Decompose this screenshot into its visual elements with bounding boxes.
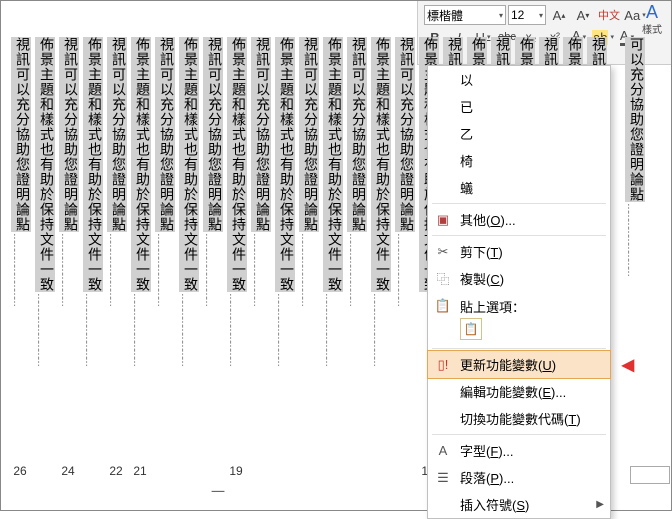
menu-insert-symbol[interactable]: 插入符號(S) ▶ xyxy=(428,491,610,518)
page-number: 21 xyxy=(131,464,149,478)
paste-options: 📋 xyxy=(428,316,610,346)
menu-paragraph[interactable]: ☰ 段落(P)... xyxy=(428,464,610,491)
menu-font[interactable]: A 字型(F)... xyxy=(428,437,610,464)
text-column[interactable]: 視訊可以充分協助您證明論點……………………… xyxy=(11,37,29,366)
text-column[interactable]: 佈景主題和樣式也有助於保持文件一致……………………… xyxy=(323,37,341,366)
menu-separator xyxy=(432,203,606,204)
text-column[interactable]: 佈景主題和樣式也有助於保持文件一致……………………… xyxy=(131,37,149,366)
ime-candidate[interactable]: 以 xyxy=(428,66,610,93)
context-menu: 以 已 乙 椅 蟻 ▣ 其他(O)... ✂ 剪下(T) ⿻ 複製(C) 📋 貼… xyxy=(427,65,611,519)
menu-edit-field[interactable]: 編輯功能變數(E)... xyxy=(428,378,610,405)
page-number xyxy=(275,464,293,478)
text-column[interactable]: 視訊可以充分協助您證明論點……………………… xyxy=(299,37,317,366)
ime-candidate[interactable]: 蟻 xyxy=(428,174,610,201)
menu-separator xyxy=(432,235,606,236)
page-number xyxy=(179,464,197,478)
text-column[interactable]: 視訊可以充分協助您證明論點……………………… xyxy=(347,37,365,366)
page-number xyxy=(251,464,269,478)
text-column[interactable]: 佈景主題和樣式也有助於保持文件一致……………………… xyxy=(227,37,245,366)
font-icon: A xyxy=(434,443,452,458)
page-number xyxy=(347,464,365,478)
text-box-placeholder[interactable] xyxy=(630,466,670,484)
book-icon: ▣ xyxy=(434,212,452,228)
page-number: 19 xyxy=(227,464,245,478)
clipboard-icon: 📋 xyxy=(434,298,452,314)
menu-toggle-field-codes[interactable]: 切換功能變數代碼(T) xyxy=(428,405,610,432)
update-field-icon: ▯! xyxy=(434,357,452,373)
text-column[interactable]: 視訊可以充分協助您證明論點……………………… xyxy=(395,37,413,366)
paste-keep-source-button[interactable]: 📋 xyxy=(460,318,482,340)
page-number xyxy=(155,464,173,478)
text-column[interactable]: 佈景主題和樣式也有助於保持文件一致……………………… xyxy=(179,37,197,366)
text-column[interactable]: 可以充分協助您證明論點……………………… xyxy=(625,37,643,366)
text-column[interactable]: 視訊可以充分協助您證明論點……………………… xyxy=(107,37,125,366)
submenu-arrow-icon: ▶ xyxy=(596,499,604,510)
menu-separator xyxy=(432,434,606,435)
page-number xyxy=(299,464,317,478)
copy-icon: ⿻ xyxy=(434,269,452,288)
ime-candidate[interactable]: 椅 xyxy=(428,147,610,174)
page-number xyxy=(203,464,221,478)
text-column[interactable]: 佈景主題和樣式也有助於保持文件一致……………………… xyxy=(275,37,293,366)
page-number: 26 xyxy=(11,464,29,478)
page-number xyxy=(395,464,413,478)
paragraph-icon: ☰ xyxy=(434,470,452,486)
text-column[interactable]: 佈景主題和樣式也有助於保持文件一致……………………… xyxy=(371,37,389,366)
ime-candidate[interactable]: 已 xyxy=(428,93,610,120)
page-number xyxy=(371,464,389,478)
text-column[interactable]: 視訊可以充分協助您證明論點……………………… xyxy=(59,37,77,366)
text-column[interactable]: 視訊可以充分協助您證明論點……………………… xyxy=(155,37,173,366)
menu-other[interactable]: ▣ 其他(O)... xyxy=(428,206,610,233)
text-column[interactable]: 視訊可以充分協助您證明論點……………………… xyxy=(251,37,269,366)
page-indicator: 一 xyxy=(211,482,225,502)
page-number: 24 xyxy=(59,464,77,478)
text-column[interactable]: 視訊可以充分協助您證明論點……………………… xyxy=(203,37,221,366)
page-number xyxy=(323,464,341,478)
menu-copy[interactable]: ⿻ 複製(C) xyxy=(428,265,610,292)
red-arrow-annotation: ◀ xyxy=(622,355,634,375)
menu-separator xyxy=(432,348,606,349)
ime-candidate[interactable]: 乙 xyxy=(428,120,610,147)
page-number: 22 xyxy=(107,464,125,478)
menu-update-field[interactable]: ▯! 更新功能變數(U) ◀ xyxy=(427,350,611,379)
menu-cut[interactable]: ✂ 剪下(T) xyxy=(428,238,610,265)
menu-paste-label: 📋 貼上選項： xyxy=(428,292,610,316)
scissors-icon: ✂ xyxy=(434,244,452,260)
page-number xyxy=(83,464,101,478)
page-number xyxy=(35,464,53,478)
text-column[interactable]: 佈景主題和樣式也有助於保持文件一致……………………… xyxy=(35,37,53,366)
text-column[interactable]: 佈景主題和樣式也有助於保持文件一致……………………… xyxy=(83,37,101,366)
